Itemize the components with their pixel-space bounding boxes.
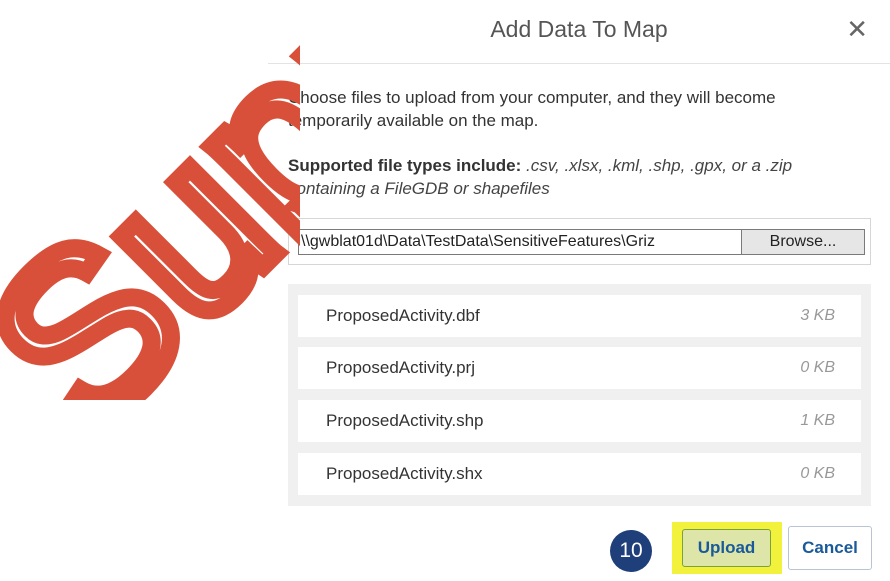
add-data-dialog: Add Data To Map ✕ Choose files to upload… [268, 0, 890, 581]
file-name: ProposedActivity.dbf [326, 306, 480, 325]
intro-text: Choose files to upload from your compute… [288, 88, 776, 130]
dialog-header: Add Data To Map ✕ [268, 0, 890, 64]
file-size: 1 KB [800, 412, 835, 429]
file-path-input[interactable]: \\gwblat01d\Data\TestData\SensitiveFeatu… [298, 229, 742, 255]
close-icon[interactable]: ✕ [846, 14, 868, 44]
supported-types-text: Supported file types include: .csv, .xls… [288, 154, 848, 200]
file-row: ProposedActivity.dbf 3 KB [298, 295, 861, 337]
file-list: ProposedActivity.dbf 3 KB ProposedActivi… [288, 284, 871, 506]
dialog-title: Add Data To Map [490, 16, 668, 42]
file-row: ProposedActivity.shp 1 KB [298, 400, 861, 442]
file-size: 0 KB [800, 465, 835, 482]
file-row: ProposedActivity.shx 0 KB [298, 453, 861, 495]
file-name: ProposedActivity.prj [326, 358, 475, 377]
file-size: 0 KB [800, 359, 835, 376]
watermark: Supp [0, 0, 300, 400]
step-number-badge: 10 [610, 530, 652, 572]
file-name: ProposedActivity.shx [326, 464, 483, 483]
cancel-button[interactable]: Cancel [788, 526, 872, 570]
upload-button[interactable]: Upload [682, 529, 771, 567]
file-chooser: \\gwblat01d\Data\TestData\SensitiveFeatu… [288, 218, 871, 265]
file-name: ProposedActivity.shp [326, 411, 484, 430]
browse-button[interactable]: Browse... [741, 229, 865, 255]
file-size: 3 KB [800, 307, 835, 324]
watermark-text: Supp [0, 0, 300, 400]
supported-types-label: Supported file types include: [288, 156, 522, 175]
file-row: ProposedActivity.prj 0 KB [298, 347, 861, 389]
